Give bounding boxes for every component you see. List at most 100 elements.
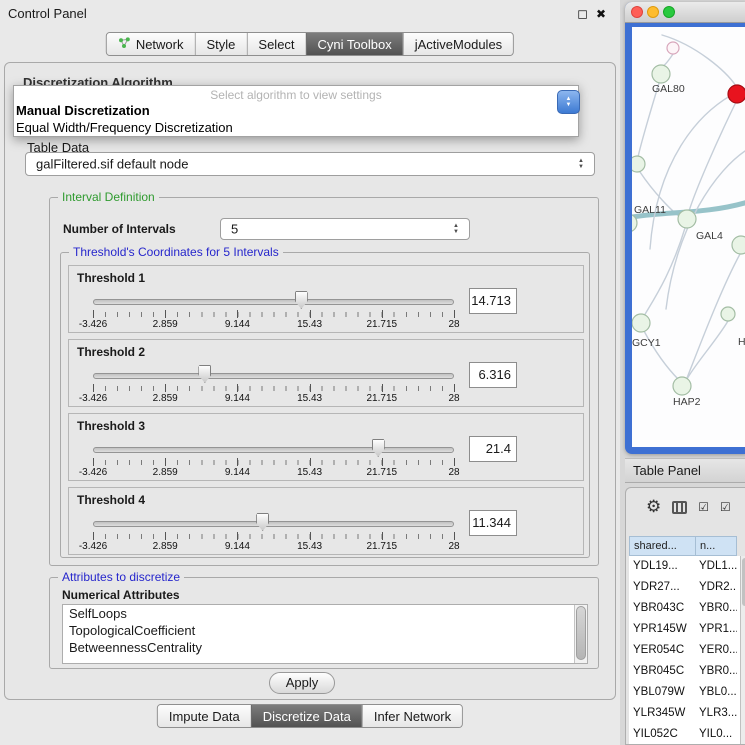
table-row[interactable]: YPR145WYPR1... [629,619,745,640]
numeric-attribute-item[interactable]: BetweennessCentrality [63,639,587,656]
slider-major-tick [93,458,94,466]
table-cell[interactable]: YBL0... [695,682,737,703]
node-table: shared...n... YDL19...YDL1...YDR27...YDR… [629,536,745,744]
network-node[interactable] [632,156,645,172]
slider-major-tick [165,384,166,392]
table-cell[interactable]: YBR0... [695,661,737,682]
table-cell[interactable]: YER054C [629,640,695,661]
slider-scale-label: 2.859 [153,319,178,330]
gear-icon[interactable] [646,497,661,517]
table-data-combo[interactable]: galFiltered.sif default node [25,152,595,176]
tab-jactivemodules[interactable]: jActiveModules [403,33,513,55]
tab-style[interactable]: Style [195,33,247,55]
network-node-label: GAL4 [696,230,723,242]
table-cell[interactable]: YLR345W [629,703,695,724]
table-panel-header: Table Panel [625,458,745,483]
table-column-header[interactable]: shared... [629,536,695,556]
table-cell[interactable]: YBL079W [629,682,695,703]
network-node[interactable] [667,42,679,54]
table-row[interactable]: YIL052CYIL0... [629,724,745,745]
slider-thumb[interactable] [198,365,211,383]
table-row[interactable]: YDL19...YDL1... [629,556,745,577]
apply-button[interactable]: Apply [269,672,335,694]
threshold-label: Threshold 1 [77,271,145,285]
network-edge[interactable] [663,54,673,66]
tab-network[interactable]: Network [107,33,195,55]
table-cell[interactable]: YDL19... [629,556,695,577]
table-row[interactable]: YBR043CYBR0... [629,598,745,619]
table-cell[interactable]: YPR1... [695,619,737,640]
control-panel-window: Control Panel NetworkStyleSelectCyni Too… [0,0,620,745]
tab-select[interactable]: Select [246,33,305,55]
float-window-icon[interactable] [577,5,588,23]
network-edge[interactable] [687,321,728,379]
tab-label: Style [207,37,236,52]
list-scrollbar[interactable] [574,605,587,663]
table-cell[interactable]: YER0... [695,640,737,661]
slider-major-tick [237,458,238,466]
network-node[interactable] [721,307,735,321]
table-scrollbar[interactable] [740,556,745,744]
table-cell[interactable]: YIL052C [629,724,695,745]
table-row[interactable]: YBL079WYBL0... [629,682,745,703]
numeric-attribute-item[interactable]: TopologicalCoefficient [63,622,587,639]
table-cell[interactable]: YBR043C [629,598,695,619]
close-icon[interactable] [596,5,606,23]
network-edge[interactable] [689,102,736,211]
algorithm-option[interactable]: Manual Discretization [14,102,578,119]
network-node[interactable] [728,85,745,103]
select-all-checkbox-icon[interactable] [698,498,709,516]
network-node[interactable] [673,377,691,395]
minimize-traffic-light[interactable] [647,6,659,18]
zoom-traffic-light[interactable] [663,6,675,18]
slider-track[interactable] [93,373,454,379]
table-row[interactable]: YLR345WYLR3... [629,703,745,724]
table-cell[interactable]: YDR2... [695,577,737,598]
algorithm-option[interactable]: Equal Width/Frequency Discretization [14,119,578,136]
slider-thumb[interactable] [372,439,385,457]
table-cell[interactable]: YBR0... [695,598,737,619]
columns-icon[interactable] [672,501,687,514]
number-of-intervals-combo[interactable]: 5 [220,218,470,240]
tab-infer-network[interactable]: Infer Network [362,705,462,727]
network-node[interactable] [652,65,670,83]
network-tab-icon [118,37,131,52]
slider-thumb[interactable] [256,513,269,531]
table-cell[interactable]: YLR3... [695,703,737,724]
network-node[interactable] [632,314,650,332]
threshold-panel: Threshold 2-3.4262.8599.14415.4321.71528… [68,339,584,407]
table-row[interactable]: YER054CYER0... [629,640,745,661]
tab-discretize-data[interactable]: Discretize Data [251,705,362,727]
list-scrollbar-thumb[interactable] [576,606,586,660]
network-node[interactable] [732,236,745,254]
slider-track[interactable] [93,299,454,305]
tab-label: Network [136,37,184,52]
table-cell[interactable]: YPR145W [629,619,695,640]
threshold-value-field[interactable]: 21.4 [469,436,517,462]
table-cell[interactable]: YDR27... [629,577,695,598]
table-column-header[interactable]: n... [695,536,737,556]
table-cell[interactable]: YBR045C [629,661,695,682]
close-traffic-light[interactable] [631,6,643,18]
network-canvas[interactable]: GAL80GAL4GCY1HAP2GAL11H [632,27,745,447]
slider-track[interactable] [93,447,454,453]
algorithm-combo-stepper[interactable] [557,90,580,114]
network-edge[interactable] [666,149,745,309]
numeric-attribute-item[interactable]: SelfLoops [63,605,587,622]
deselect-checkbox-icon[interactable] [720,498,731,516]
table-row[interactable]: YBR045CYBR0... [629,661,745,682]
network-node[interactable] [678,210,696,228]
threshold-value-field[interactable]: 14.713 [469,288,517,314]
table-cell[interactable]: YIL0... [695,724,737,745]
threshold-value-field[interactable]: 6.316 [469,362,517,388]
tab-impute-data[interactable]: Impute Data [158,705,251,727]
network-window-titlebar[interactable] [625,2,745,23]
threshold-value-field[interactable]: 11.344 [469,510,517,536]
table-row[interactable]: YDR27...YDR2... [629,577,745,598]
slider-scale-label: -3.426 [79,393,107,404]
slider-track[interactable] [93,521,454,527]
tab-cyni-toolbox[interactable]: Cyni Toolbox [306,33,403,55]
table-data-value: galFiltered.sif default node [36,157,188,172]
table-cell[interactable]: YDL1... [695,556,737,577]
slider-thumb[interactable] [295,291,308,309]
